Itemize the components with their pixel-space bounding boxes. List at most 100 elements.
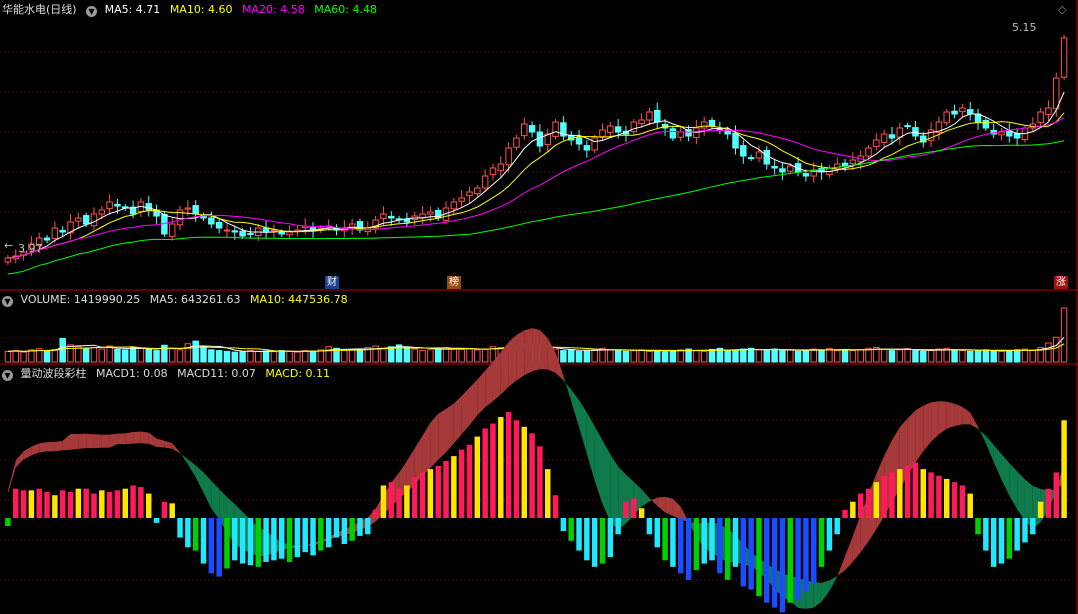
macd-band-segment	[172, 443, 181, 454]
candle-body	[591, 137, 598, 151]
event-tag-rise[interactable]: 涨	[1054, 276, 1068, 289]
volume-bar	[450, 348, 458, 363]
volume-bar	[646, 350, 653, 363]
volume-bar	[880, 348, 888, 363]
macd-bar	[701, 518, 707, 564]
macd-band-segment	[931, 401, 939, 442]
macd-band-segment	[852, 514, 861, 562]
volume-bar	[810, 348, 817, 363]
settings-toggle-icon[interactable]: ▼	[86, 6, 98, 17]
macd-bar	[52, 495, 58, 518]
macd-bar	[333, 518, 340, 538]
macd-band-segment	[117, 433, 126, 445]
macd-bar	[607, 518, 614, 558]
macd-bar	[662, 518, 668, 561]
candle-body	[654, 109, 661, 123]
macd-bar	[192, 518, 199, 551]
macd-band-segment	[837, 556, 846, 577]
event-tag-finance[interactable]: 财	[325, 276, 339, 289]
macd-band-segment	[156, 438, 165, 448]
macd-band-segment	[477, 370, 486, 416]
candle-body	[114, 203, 121, 207]
macd-bar	[458, 449, 465, 518]
macd-band-segment	[962, 406, 971, 425]
candle-body	[466, 191, 473, 197]
macd-bar	[278, 518, 285, 559]
macd-bar	[764, 518, 770, 603]
candle-body	[1045, 107, 1052, 115]
candle-body	[489, 167, 497, 175]
volume-bar	[28, 349, 35, 363]
macd-bar	[521, 426, 528, 518]
macd-bar	[748, 518, 754, 590]
candle-body	[982, 119, 990, 129]
volume-bar	[841, 348, 849, 363]
macd-bar	[928, 472, 934, 518]
volume-bar	[153, 350, 160, 363]
macd-band-segment	[813, 582, 822, 608]
candle-body	[1013, 133, 1021, 139]
macd-band-segment	[195, 465, 204, 493]
volume-bar	[951, 349, 958, 363]
candle-body	[583, 145, 591, 151]
macd-bar	[20, 490, 27, 518]
macd-bar	[834, 518, 840, 535]
volume-toggle-icon[interactable]: ▼	[2, 296, 13, 307]
volume-bar	[309, 350, 317, 363]
candle-body	[51, 227, 59, 239]
macd-band-segment	[532, 328, 540, 372]
volume-bar	[278, 350, 285, 363]
macd-band-segment	[915, 405, 924, 463]
candle-body	[474, 187, 481, 195]
candle-body	[833, 163, 841, 170]
candle-body	[388, 215, 395, 219]
volume-bar	[59, 337, 66, 363]
volume-bar	[43, 350, 51, 363]
macd-bar	[771, 518, 778, 608]
main-chart-header: 华能水电(日线) ▼ MA5: 4.71 MA10: 4.60 MA20: 4.…	[2, 2, 383, 18]
candle-body	[481, 175, 489, 189]
macd-bar	[411, 477, 418, 518]
macd-bar	[443, 461, 449, 518]
macd-band-segment	[923, 402, 932, 452]
candle-body	[231, 230, 239, 233]
macd-bar	[677, 518, 684, 574]
candle-body	[43, 237, 51, 241]
volume-bar	[560, 350, 567, 363]
macd-toggle-icon[interactable]: ▼	[2, 370, 13, 381]
macd-bar	[325, 518, 332, 548]
macd-band-segment	[563, 375, 572, 402]
ma5-readout: MA5: 4.71	[104, 3, 161, 16]
candle-body	[763, 149, 771, 165]
macd-bar	[1045, 488, 1052, 518]
volume-bar	[380, 348, 387, 363]
macd-bar	[990, 518, 997, 567]
macd-bar	[552, 495, 559, 518]
diamond-icon[interactable]: ◇	[1058, 3, 1066, 16]
volume-bar	[865, 347, 872, 363]
macd-bar	[106, 491, 113, 518]
volume-bar	[966, 350, 974, 363]
macd-bar	[505, 412, 512, 518]
macd-band-segment	[438, 408, 447, 460]
macd-bar	[560, 518, 567, 532]
volume-bar	[1006, 350, 1013, 363]
volume-bar	[388, 346, 395, 363]
macd-band-segment	[430, 413, 439, 469]
volume-bar	[661, 351, 669, 363]
candle-body	[677, 131, 684, 138]
volume-bar	[1045, 342, 1052, 363]
candle-body	[599, 129, 606, 137]
macd-bar	[544, 469, 551, 518]
volume-bar	[168, 348, 176, 363]
macd-band-segment	[485, 361, 493, 408]
macd-bar	[83, 488, 89, 518]
macd-bar	[787, 518, 794, 603]
macd-bar	[724, 518, 731, 580]
event-tag-rank[interactable]: 榜	[447, 276, 461, 289]
macd-band-segment	[938, 401, 947, 435]
macd-bar	[302, 518, 308, 553]
volume-bar	[904, 348, 911, 363]
macd-band-segment	[602, 440, 611, 522]
macd-band-segment	[180, 452, 188, 465]
